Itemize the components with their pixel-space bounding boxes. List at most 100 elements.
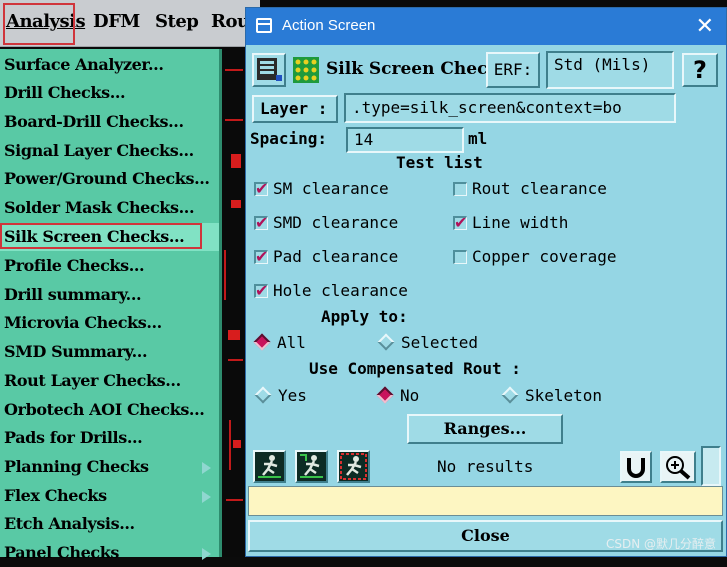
menu-item-power-ground-checks[interactable]: Power/Ground Checks... [0, 165, 219, 193]
check-name: Silk Screen Checks [326, 59, 509, 79]
help-button[interactable]: ? [682, 53, 718, 87]
label-comp-no: No [400, 386, 420, 405]
menu-item-flex-checks[interactable]: Flex Checks [0, 482, 219, 510]
radio-comp-no[interactable] [376, 386, 394, 404]
run-check-icon[interactable] [253, 450, 286, 483]
menu-item-label: Signal Layer Checks... [4, 141, 194, 160]
radio-comp-yes[interactable] [254, 386, 272, 404]
checkbox-hole-clearance[interactable]: ✔ [254, 281, 269, 300]
layer-button[interactable]: Layer : [252, 95, 338, 123]
menu-item-label: Rout Layer Checks... [4, 371, 181, 390]
spacing-value: 14 [354, 130, 374, 149]
menu-item-label: Pads for Drills... [4, 428, 143, 447]
check-mark-icon: ✔ [454, 213, 468, 232]
check-mark-icon: ✔ [255, 281, 269, 300]
undo-results-button[interactable] [620, 451, 652, 483]
radio-apply-selected[interactable] [377, 333, 395, 351]
runner-figure-icon [300, 454, 323, 478]
checkbox-rout-clearance[interactable] [453, 182, 467, 196]
settings-panel-icon [257, 58, 282, 81]
menu-item-label: Drill summary... [4, 285, 142, 304]
menu-item-planning-checks[interactable]: Planning Checks [0, 453, 219, 481]
run-check-area-icon[interactable] [337, 450, 370, 483]
erf-button[interactable]: ERF: [486, 52, 540, 88]
menu-item-profile-checks[interactable]: Profile Checks... [0, 252, 219, 280]
zoom-results-button[interactable] [660, 451, 696, 483]
menu-item-label: Drill Checks... [4, 83, 126, 102]
test-list-title: Test list [396, 153, 483, 172]
menu-item-smd-summary[interactable]: SMD Summary... [0, 338, 219, 366]
label-copper-coverage: Copper coverage [472, 247, 617, 266]
close-icon[interactable]: ✕ [696, 13, 714, 39]
watermark: CSDN @默几分醉意 [605, 537, 716, 551]
dialog-titlebar[interactable]: Action Screen ✕ [246, 8, 726, 45]
checkbox-line-width[interactable]: ✔ [453, 213, 468, 232]
submenu-arrow-icon [202, 548, 211, 560]
menu-item-label: Planning Checks [4, 457, 149, 476]
checkbox-pad-clearance[interactable]: ✔ [254, 247, 268, 266]
menu-item-label: Surface Analyzer... [4, 55, 164, 74]
menu-item-label: SMD Summary... [4, 342, 148, 361]
menu-item-pads-for-drills[interactable]: Pads for Drills... [0, 424, 219, 452]
runner-figure-icon [258, 455, 281, 478]
compensated-rout-label: Use Compensated Rout : [309, 359, 521, 378]
menu-item-board-drill-checks[interactable]: Board-Drill Checks... [0, 108, 219, 136]
ranges-label: Ranges... [443, 419, 527, 438]
ranges-button[interactable]: Ranges... [407, 414, 563, 444]
check-settings-button[interactable] [252, 53, 286, 87]
menu-item-microvia-checks[interactable]: Microvia Checks... [0, 309, 219, 337]
radio-apply-all[interactable] [253, 333, 271, 351]
menu-item-label: Orbotech AOI Checks... [4, 400, 205, 419]
analysis-menu: Surface Analyzer... Drill Checks... Boar… [0, 49, 222, 562]
label-hole-clearance: Hole clearance [273, 281, 408, 300]
run-check-alt-icon[interactable] [295, 450, 328, 483]
label-smd-clearance: SMD clearance [273, 213, 399, 232]
menu-rout[interactable]: Rou [211, 11, 250, 32]
menu-item-rout-layer-checks[interactable]: Rout Layer Checks... [0, 367, 219, 395]
apply-to-label: Apply to: [321, 307, 408, 326]
menu-item-label: Microvia Checks... [4, 313, 162, 332]
checkbox-copper-coverage[interactable] [453, 250, 467, 264]
menu-item-solder-mask-checks[interactable]: Solder Mask Checks... [0, 194, 219, 222]
submenu-arrow-icon [202, 462, 211, 474]
close-label: Close [461, 526, 510, 545]
label-apply-all: All [277, 333, 306, 352]
label-rout-clearance: Rout clearance [472, 179, 607, 198]
layer-value: .type=silk_screen&context=bo [352, 98, 622, 117]
label-comp-yes: Yes [278, 386, 307, 405]
highlight-box-silk-screen [0, 223, 202, 249]
menu-item-drill-summary[interactable]: Drill summary... [0, 281, 219, 309]
label-line-width: Line width [472, 213, 569, 232]
dialog-title: Action Screen [282, 17, 376, 34]
menu-item-orbotech-aoi-checks[interactable]: Orbotech AOI Checks... [0, 396, 219, 424]
menu-item-label: Board-Drill Checks... [4, 112, 184, 131]
status-message-bar [248, 486, 723, 516]
magnet-icon [627, 458, 645, 478]
erf-label: ERF: [493, 60, 533, 79]
runner-figure-icon [340, 453, 367, 480]
checkbox-sm-clearance[interactable]: ✔ [254, 179, 269, 198]
highlight-box-analysis [3, 3, 75, 45]
results-scroll-area[interactable] [701, 446, 721, 486]
checkbox-smd-clearance[interactable]: ✔ [254, 213, 268, 232]
menubar: Analysis DFM Step Rou [0, 0, 260, 47]
menu-dfm[interactable]: DFM [93, 11, 140, 32]
menu-item-drill-checks[interactable]: Drill Checks... [0, 79, 219, 107]
spacing-unit: ml [468, 129, 488, 148]
menu-item-label: Flex Checks [4, 486, 107, 505]
label-sm-clearance: SM clearance [273, 179, 389, 198]
window-icon [256, 18, 272, 33]
menu-item-panel-checks[interactable]: Panel Checks [0, 539, 219, 567]
radio-comp-skeleton[interactable] [501, 386, 519, 404]
spacing-input[interactable]: 14 [346, 127, 464, 153]
erf-value-field[interactable]: Std (Mils) [546, 51, 674, 89]
menu-item-label: Etch Analysis... [4, 514, 135, 533]
menu-item-signal-layer-checks[interactable]: Signal Layer Checks... [0, 137, 219, 165]
menu-item-etch-analysis[interactable]: Etch Analysis... [0, 510, 219, 538]
action-screen-dialog: Action Screen ✕ Silk Screen Checks ERF: … [245, 7, 727, 557]
erf-value: Std (Mils) [554, 55, 651, 74]
layer-input[interactable]: .type=silk_screen&context=bo [344, 93, 676, 123]
check-mark-icon: ✔ [255, 179, 269, 198]
menu-item-surface-analyzer[interactable]: Surface Analyzer... [0, 51, 219, 79]
menu-step[interactable]: Step [155, 11, 199, 32]
